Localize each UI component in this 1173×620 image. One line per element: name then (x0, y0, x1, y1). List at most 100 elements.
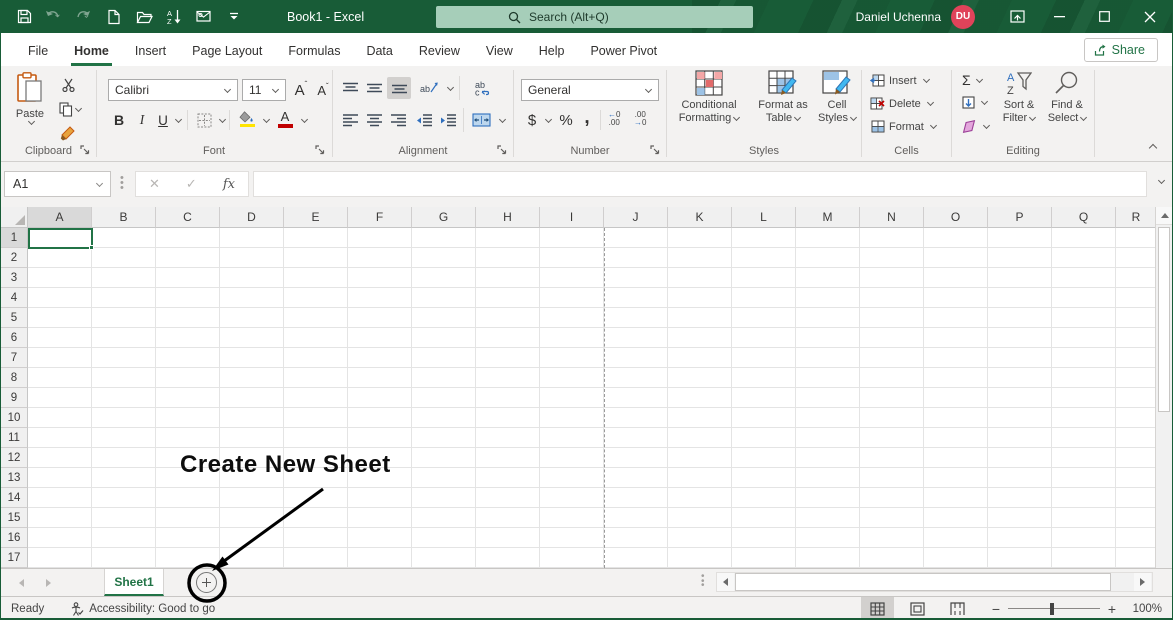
cell-h16[interactable] (476, 528, 540, 548)
cell-o5[interactable] (924, 308, 988, 328)
select-all-corner[interactable] (1, 207, 28, 228)
cell-h11[interactable] (476, 428, 540, 448)
row-header-11[interactable]: 11 (1, 428, 28, 448)
cell-o1[interactable] (924, 228, 988, 248)
cell-n2[interactable] (860, 248, 924, 268)
row-header-4[interactable]: 4 (1, 288, 28, 308)
row-header-12[interactable]: 12 (1, 448, 28, 468)
cell-f17[interactable] (348, 548, 412, 568)
cell-k5[interactable] (668, 308, 732, 328)
cell-e3[interactable] (284, 268, 348, 288)
cell-a9[interactable] (28, 388, 92, 408)
cell-d16[interactable] (220, 528, 284, 548)
cell-d2[interactable] (220, 248, 284, 268)
cell-j8[interactable] (604, 368, 668, 388)
cell-b7[interactable] (92, 348, 156, 368)
cell-d5[interactable] (220, 308, 284, 328)
cell-m17[interactable] (796, 548, 860, 568)
cell-n12[interactable] (860, 448, 924, 468)
column-header-j[interactable]: J (604, 207, 668, 228)
format-as-table-button[interactable]: Format as Table (751, 70, 815, 125)
cell-l2[interactable] (732, 248, 796, 268)
cell-q7[interactable] (1052, 348, 1116, 368)
row-header-6[interactable]: 6 (1, 328, 28, 348)
cell-f1[interactable] (348, 228, 412, 248)
cell-p10[interactable] (988, 408, 1052, 428)
cell-q9[interactable] (1052, 388, 1116, 408)
cell-i8[interactable] (540, 368, 604, 388)
cell-b4[interactable] (92, 288, 156, 308)
cell-q13[interactable] (1052, 468, 1116, 488)
row-header-8[interactable]: 8 (1, 368, 28, 388)
row-header-5[interactable]: 5 (1, 308, 28, 328)
cell-a5[interactable] (28, 308, 92, 328)
cell-q14[interactable] (1052, 488, 1116, 508)
cell-g16[interactable] (412, 528, 476, 548)
align-center-button[interactable] (363, 110, 385, 130)
cell-b5[interactable] (92, 308, 156, 328)
vertical-scrollbar[interactable] (1155, 207, 1172, 568)
cell-l16[interactable] (732, 528, 796, 548)
italic-button[interactable]: I (133, 110, 151, 130)
tab-view[interactable]: View (473, 37, 526, 66)
new-file-icon[interactable] (101, 5, 127, 29)
vertical-scrollbar-thumb[interactable] (1158, 227, 1170, 412)
row-header-15[interactable]: 15 (1, 508, 28, 528)
cell-h2[interactable] (476, 248, 540, 268)
cell-q10[interactable] (1052, 408, 1116, 428)
cell-p17[interactable] (988, 548, 1052, 568)
cell-e2[interactable] (284, 248, 348, 268)
column-header-d[interactable]: D (220, 207, 284, 228)
cell-m6[interactable] (796, 328, 860, 348)
font-color-chevron[interactable] (301, 116, 308, 123)
cell-p11[interactable] (988, 428, 1052, 448)
cell-i11[interactable] (540, 428, 604, 448)
tab-scrollbar-splitter[interactable]: ••• (701, 575, 705, 589)
column-header-a[interactable]: A (28, 207, 92, 228)
cell-h7[interactable] (476, 348, 540, 368)
cell-o3[interactable] (924, 268, 988, 288)
cell-n6[interactable] (860, 328, 924, 348)
align-right-button[interactable] (387, 110, 409, 130)
cell-m9[interactable] (796, 388, 860, 408)
cell-n13[interactable] (860, 468, 924, 488)
cell-b16[interactable] (92, 528, 156, 548)
cell-o2[interactable] (924, 248, 988, 268)
cell-n16[interactable] (860, 528, 924, 548)
sheet-tab-sheet1[interactable]: Sheet1 (104, 569, 164, 596)
collapse-ribbon-button[interactable] (1149, 144, 1157, 152)
cell-l8[interactable] (732, 368, 796, 388)
cell-k17[interactable] (668, 548, 732, 568)
cell-b14[interactable] (92, 488, 156, 508)
cell-e14[interactable] (284, 488, 348, 508)
cell-e17[interactable] (284, 548, 348, 568)
cell-r16[interactable] (1116, 528, 1157, 548)
tab-file[interactable]: File (15, 37, 61, 66)
cell-o13[interactable] (924, 468, 988, 488)
cell-i14[interactable] (540, 488, 604, 508)
cell-i3[interactable] (540, 268, 604, 288)
prev-sheet-arrow[interactable] (19, 579, 24, 587)
cell-p4[interactable] (988, 288, 1052, 308)
accounting-format-button[interactable]: $ (524, 110, 540, 130)
cell-l15[interactable] (732, 508, 796, 528)
cell-f2[interactable] (348, 248, 412, 268)
cell-m8[interactable] (796, 368, 860, 388)
row-header-10[interactable]: 10 (1, 408, 28, 428)
cell-j14[interactable] (604, 488, 668, 508)
cell-f7[interactable] (348, 348, 412, 368)
cell-o11[interactable] (924, 428, 988, 448)
cell-e4[interactable] (284, 288, 348, 308)
column-header-e[interactable]: E (284, 207, 348, 228)
percent-style-button[interactable]: % (556, 110, 576, 130)
cell-r4[interactable] (1116, 288, 1157, 308)
cell-k10[interactable] (668, 408, 732, 428)
borders-menu-chevron[interactable] (219, 116, 226, 123)
decrease-decimal-button[interactable]: .00→0 (634, 111, 646, 127)
tab-formulas[interactable]: Formulas (275, 37, 353, 66)
cell-g14[interactable] (412, 488, 476, 508)
font-dialog-launcher[interactable] (315, 145, 327, 157)
cell-p6[interactable] (988, 328, 1052, 348)
cell-c16[interactable] (156, 528, 220, 548)
save-icon[interactable] (11, 5, 37, 29)
